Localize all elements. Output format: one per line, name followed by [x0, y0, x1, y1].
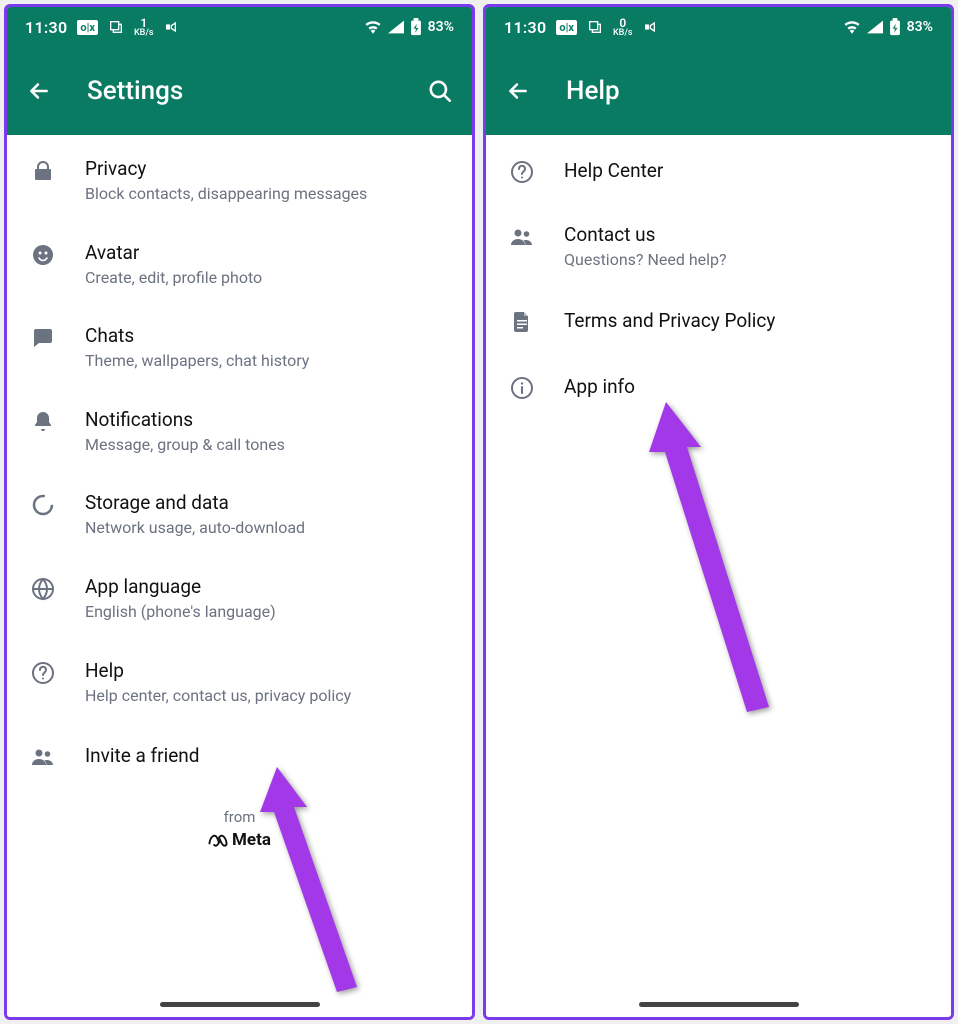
battery-pct: 83% [428, 19, 454, 35]
item-title: Chats [85, 324, 450, 347]
footer: from Meta [7, 790, 472, 901]
bell-icon [29, 410, 57, 434]
item-title: Help [85, 659, 450, 682]
back-button[interactable] [500, 73, 536, 109]
item-title: Privacy [85, 157, 450, 180]
footer-from: from [7, 808, 472, 826]
status-bar: 11:30 o|x 1 KB/s 83% [7, 7, 472, 47]
app-bar-settings: Settings [7, 47, 472, 135]
app-bar-help: Help [486, 47, 951, 135]
help-list: Help Center Contact us Questions? Need h… [486, 135, 951, 1017]
people-icon [29, 745, 57, 769]
meta-brand: Meta [208, 830, 271, 850]
item-subtitle: Network usage, auto-download [85, 517, 450, 539]
dnd-icon [164, 19, 180, 35]
data-rate: 0 KB/s [613, 17, 633, 38]
storage-icon [29, 493, 57, 517]
item-title: Help Center [564, 159, 929, 182]
status-bar: 11:30 o|x 0 KB/s 83% [486, 7, 951, 47]
navigation-bar-handle[interactable] [160, 1002, 320, 1007]
item-title: Storage and data [85, 491, 450, 514]
item-subtitle: Message, group & call tones [85, 434, 450, 456]
olx-icon: o|x [556, 20, 577, 35]
battery-icon [410, 18, 422, 36]
battery-icon [889, 18, 901, 36]
item-subtitle: Questions? Need help? [564, 249, 929, 271]
help-item-terms[interactable]: Terms and Privacy Policy [486, 289, 951, 355]
screenshot-icon [587, 19, 603, 35]
back-button[interactable] [21, 73, 57, 109]
people-icon [508, 225, 536, 249]
page-title: Help [566, 76, 620, 106]
data-rate: 1 KB/s [134, 17, 154, 38]
item-title: Terms and Privacy Policy [564, 309, 929, 332]
wifi-icon [364, 20, 382, 34]
item-title: Notifications [85, 408, 450, 431]
item-title: Contact us [564, 223, 929, 246]
phone-settings: 11:30 o|x 1 KB/s 83% [4, 4, 475, 1020]
settings-item-privacy[interactable]: Privacy Block contacts, disappearing mes… [7, 139, 472, 223]
item-title: App info [564, 375, 929, 398]
olx-icon: o|x [77, 20, 98, 35]
phone-help: 11:30 o|x 0 KB/s 83% [483, 4, 954, 1020]
avatar-icon [29, 243, 57, 267]
info-icon [508, 376, 536, 400]
help-item-center[interactable]: Help Center [486, 139, 951, 205]
screenshot-icon [108, 19, 124, 35]
status-time: 11:30 [25, 18, 67, 37]
settings-item-notifications[interactable]: Notifications Message, group & call tone… [7, 390, 472, 474]
help-item-contact[interactable]: Contact us Questions? Need help? [486, 205, 951, 289]
item-title: Avatar [85, 241, 450, 264]
signal-icon [867, 20, 883, 34]
document-icon [508, 310, 536, 334]
signal-icon [388, 20, 404, 34]
dnd-icon [643, 19, 659, 35]
item-subtitle: Block contacts, disappearing messages [85, 183, 450, 205]
chat-icon [29, 326, 57, 350]
item-title: App language [85, 575, 450, 598]
item-subtitle: Help center, contact us, privacy policy [85, 685, 450, 707]
item-subtitle: Create, edit, profile photo [85, 267, 450, 289]
settings-item-language[interactable]: App language English (phone's language) [7, 557, 472, 641]
settings-item-storage[interactable]: Storage and data Network usage, auto-dow… [7, 473, 472, 557]
status-time: 11:30 [504, 18, 546, 37]
lock-icon [29, 159, 57, 183]
navigation-bar-handle[interactable] [639, 1002, 799, 1007]
item-subtitle: Theme, wallpapers, chat history [85, 350, 450, 372]
settings-item-invite[interactable]: Invite a friend [7, 724, 472, 790]
globe-icon [29, 577, 57, 601]
settings-item-avatar[interactable]: Avatar Create, edit, profile photo [7, 223, 472, 307]
help-icon [29, 661, 57, 685]
settings-list: Privacy Block contacts, disappearing mes… [7, 135, 472, 1017]
battery-pct: 83% [907, 19, 933, 35]
help-icon [508, 160, 536, 184]
settings-item-help[interactable]: Help Help center, contact us, privacy po… [7, 641, 472, 725]
settings-item-chats[interactable]: Chats Theme, wallpapers, chat history [7, 306, 472, 390]
help-item-appinfo[interactable]: App info [486, 355, 951, 421]
wifi-icon [843, 20, 861, 34]
page-title: Settings [87, 76, 183, 106]
search-button[interactable] [422, 73, 458, 109]
item-title: Invite a friend [85, 744, 450, 767]
item-subtitle: English (phone's language) [85, 601, 450, 623]
